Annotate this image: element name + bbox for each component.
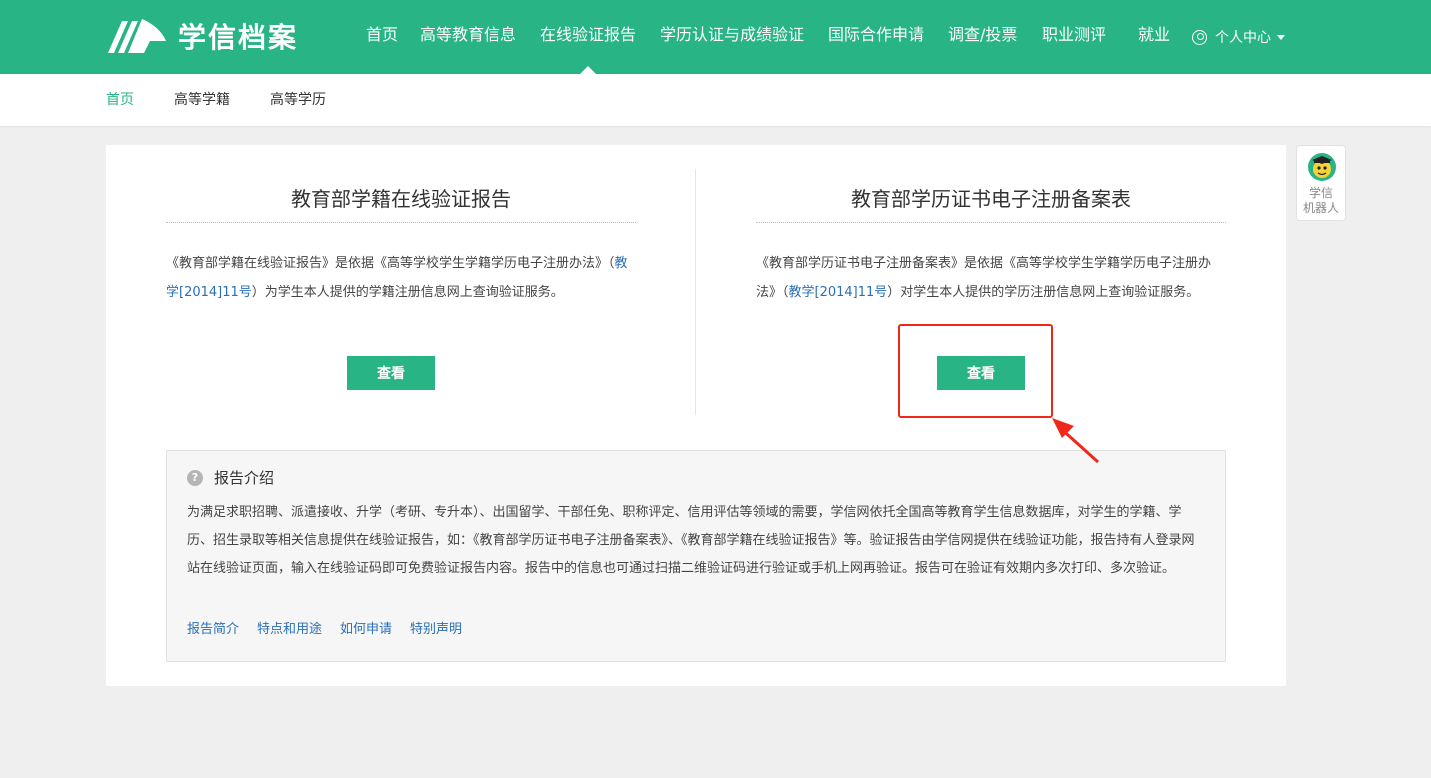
nav-employment[interactable]: 就业	[1138, 0, 1170, 74]
main-card: 教育部学籍在线验证报告 《教育部学籍在线验证报告》是依据《高等学校学生学籍学历电…	[106, 145, 1286, 686]
subnav-home[interactable]: 首页	[106, 74, 134, 126]
title-divider	[166, 222, 636, 223]
robot-label-line: 学信	[1308, 186, 1333, 200]
robot-label: 学信 机器人	[1297, 186, 1345, 216]
report-intro-links: 报告简介 特点和用途 如何申请 特别声明	[187, 618, 480, 637]
chevron-down-icon	[1277, 34, 1285, 40]
enrollment-report-description: 《教育部学籍在线验证报告》是依据《高等学校学生学籍学历电子注册办法》（教学[20…	[166, 249, 636, 307]
nav-home[interactable]: 首页	[366, 0, 398, 74]
top-navbar: 学信档案 首页 高等教育信息 在线验证报告 学历认证与成绩验证 国际合作申请 调…	[0, 0, 1431, 74]
annotation-arrow-icon	[1052, 418, 1100, 464]
nav-online-verification-report[interactable]: 在线验证报告	[540, 0, 636, 74]
enrollment-report-title: 教育部学籍在线验证报告	[291, 187, 511, 211]
user-center-label: 个人中心	[1215, 30, 1271, 46]
description-text: ）为学生本人提供的学籍注册信息网上查询验证服务。	[251, 285, 564, 300]
report-intro-heading: 报告介绍	[214, 469, 275, 487]
logo-text: 学信档案	[178, 21, 299, 54]
xuexin-robot-widget[interactable]: 学信 机器人	[1296, 145, 1346, 221]
link-special-statement[interactable]: 特别声明	[410, 618, 462, 637]
user-center-menu[interactable]: 个人中心	[1192, 0, 1285, 74]
report-intro-header: ? 报告介绍	[187, 467, 274, 488]
description-text: 《教育部学籍在线验证报告》是依据《高等学校学生学籍学历电子注册办法》（	[166, 256, 615, 271]
robot-label-line: 机器人	[1302, 201, 1339, 215]
logo-sail-icon	[108, 19, 166, 53]
help-icon: ?	[187, 469, 203, 486]
link-how-to-apply[interactable]: 如何申请	[340, 618, 392, 637]
link-features-usage[interactable]: 特点和用途	[257, 618, 322, 637]
nav-career-assessment[interactable]: 职业测评	[1042, 0, 1106, 74]
link-report-summary[interactable]: 报告简介	[187, 618, 239, 637]
subnav-higher-degree[interactable]: 高等学历	[270, 74, 326, 126]
report-intro-text: 为满足求职招聘、派遣接收、升学（考研、专升本）、出国留学、干部任免、职称评定、信…	[187, 505, 1195, 576]
degree-record-description: 《教育部学历证书电子注册备案表》是依据《高等学校学生学籍学历电子注册办法》（教学…	[756, 249, 1226, 307]
robot-avatar-icon	[1308, 153, 1336, 181]
description-text: ）对学生本人提供的学历注册信息网上查询验证服务。	[887, 285, 1200, 300]
nav-international-cooperation[interactable]: 国际合作申请	[828, 0, 924, 74]
nav-survey-vote[interactable]: 调查/投票	[948, 0, 1017, 74]
title-divider	[756, 222, 1226, 223]
degree-record-title: 教育部学历证书电子注册备案表	[851, 187, 1131, 211]
view-enrollment-report-button[interactable]: 查看	[347, 356, 435, 390]
nav-degree-certification[interactable]: 学历认证与成绩验证	[660, 0, 804, 74]
report-intro-box: ? 报告介绍 为满足求职招聘、派遣接收、升学（考研、专升本）、出国留学、干部任免…	[166, 450, 1226, 662]
highlight-annotation-box	[898, 324, 1053, 418]
nav-higher-education-info[interactable]: 高等教育信息	[420, 0, 516, 74]
user-icon	[1192, 29, 1207, 45]
column-divider	[695, 169, 696, 415]
sub-navbar: 首页 高等学籍 高等学历	[0, 74, 1431, 126]
regulation-link[interactable]: 教学[2014]11号	[789, 285, 888, 300]
subnav-higher-enrollment[interactable]: 高等学籍	[174, 74, 230, 126]
site-logo[interactable]: 学信档案	[106, 16, 298, 56]
